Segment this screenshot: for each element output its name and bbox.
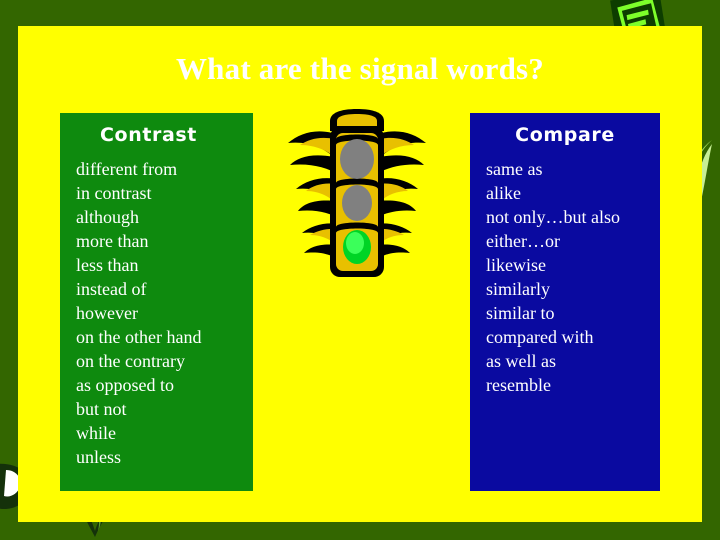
compare-word-list: same as alike not only…but also either…or li…: [470, 147, 660, 397]
compare-word-item: either…or: [486, 231, 560, 251]
red-lamp: [340, 139, 374, 179]
compare-word-item: same as: [486, 159, 543, 179]
contrast-word-item: as opposed to: [76, 375, 174, 395]
compare-word-item: compared with: [486, 327, 594, 347]
compare-word-item: likewise: [486, 255, 546, 275]
contrast-word-list: different from in contrast although more th…: [60, 147, 253, 469]
contrast-word-item: unless: [76, 447, 121, 467]
compare-word-item: similar to: [486, 303, 555, 323]
compare-word-item: not only…but also: [486, 207, 620, 227]
contrast-word-box: Contrast different from in contrast althou…: [60, 113, 253, 491]
amber-lamp: [342, 185, 372, 221]
contrast-word-item: on the other hand: [76, 327, 202, 347]
contrast-word-item: instead of: [76, 279, 147, 299]
contrast-heading: Contrast: [100, 124, 197, 146]
compare-word-box: Compare same as alike not only…but also eit…: [470, 113, 660, 491]
contrast-word-item: on the contrary: [76, 351, 185, 371]
contrast-word-item: in contrast: [76, 183, 152, 203]
compare-heading: Compare: [515, 124, 615, 146]
compare-word-item: alike: [486, 183, 521, 203]
contrast-word-item: more than: [76, 231, 149, 251]
contrast-word-item: although: [76, 207, 139, 227]
compare-word-item: resemble: [486, 375, 551, 395]
contrast-word-item: less than: [76, 255, 139, 275]
compare-word-item: similarly: [486, 279, 550, 299]
contrast-word-item: but not: [76, 399, 127, 419]
page-title: What are the signal words?: [175, 51, 545, 86]
winged-traffic-light-icon: [288, 109, 426, 277]
compare-word-item: as well as: [486, 351, 556, 371]
contrast-word-item: however: [76, 303, 138, 323]
contrast-word-item: different from: [76, 159, 178, 179]
slide: What are the signal words? Contrast diff…: [0, 0, 720, 540]
contrast-word-item: while: [76, 423, 116, 443]
